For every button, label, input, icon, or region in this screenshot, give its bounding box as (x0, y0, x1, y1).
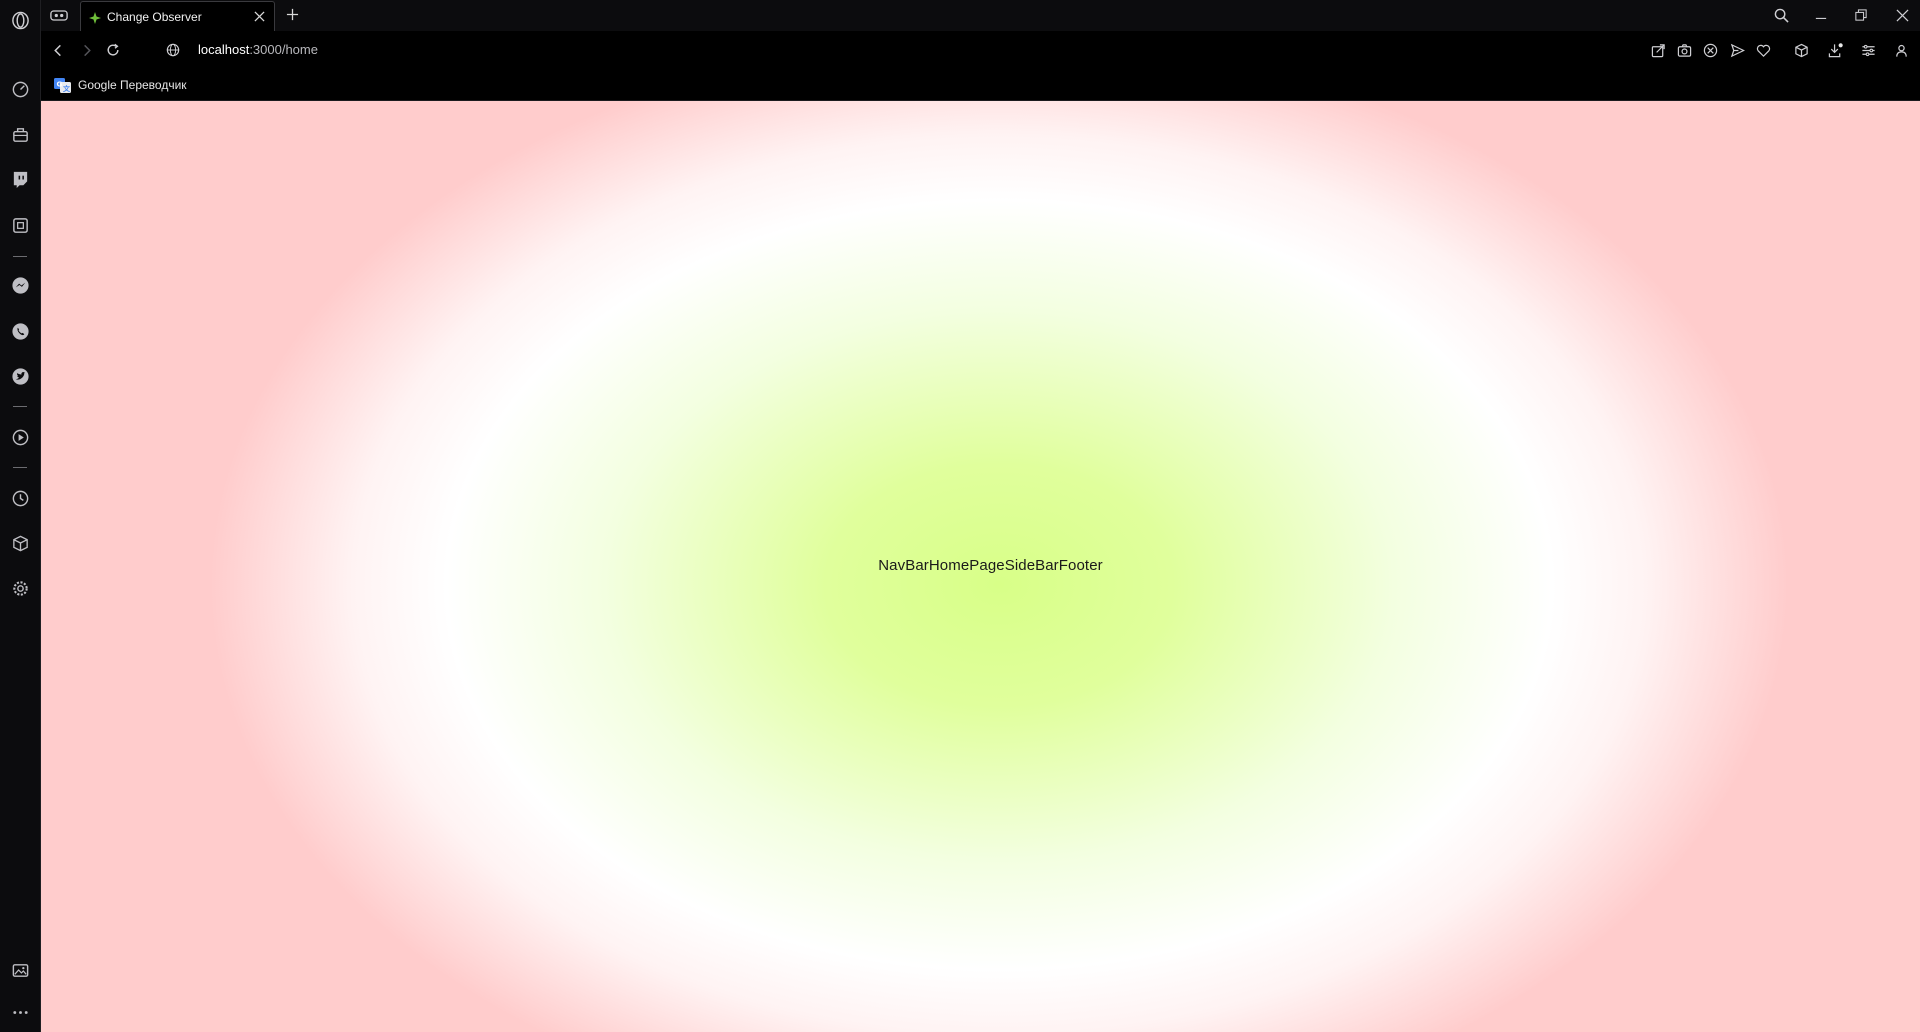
site-info-globe-icon[interactable] (162, 39, 184, 61)
address-input[interactable]: localhost:3000/home (198, 40, 318, 60)
browser-sidebar (0, 0, 41, 1032)
bookmark-label: Google Переводчик (78, 78, 187, 92)
page-viewport: NavBarHomePageSideBarFooter (41, 101, 1920, 1032)
bookmark-google-translate[interactable]: G 文 Google Переводчик (54, 75, 187, 95)
bookmarks-bar: G 文 Google Переводчик (41, 69, 1920, 101)
speed-dial-icon[interactable] (8, 77, 32, 101)
snapshot-icon[interactable] (1674, 40, 1694, 60)
tab-strip: Change Observer (41, 0, 1920, 31)
forward-icon[interactable] (75, 39, 97, 61)
browser-logo-icon[interactable] (8, 8, 32, 32)
settings-icon[interactable] (8, 576, 32, 600)
sidebar-divider (13, 406, 27, 407)
share-icon[interactable] (1648, 40, 1668, 60)
cube-icon[interactable] (1791, 40, 1811, 60)
download-icon[interactable] (1825, 40, 1845, 60)
send-icon[interactable] (1727, 40, 1747, 60)
close-tab-icon[interactable] (248, 6, 270, 28)
address-bar-row: localhost:3000/home (41, 31, 1920, 69)
close-window-icon[interactable] (1890, 3, 1914, 27)
google-translate-icon: G 文 (54, 77, 71, 93)
sidebar-divider (13, 256, 27, 257)
player-icon[interactable] (8, 425, 32, 449)
svg-text:G: G (57, 80, 63, 88)
back-icon[interactable] (47, 39, 69, 61)
url-host: localhost (198, 42, 250, 57)
twitter-icon[interactable] (8, 364, 32, 388)
new-tab-icon[interactable] (281, 3, 303, 25)
history-icon[interactable] (8, 486, 32, 510)
minimize-icon[interactable] (1809, 3, 1833, 27)
whatsapp-icon[interactable] (8, 319, 32, 343)
tab-favicon-icon (89, 11, 101, 24)
messenger-icon[interactable] (8, 273, 32, 297)
profile-icon[interactable] (1891, 40, 1911, 60)
reload-icon[interactable] (102, 39, 124, 61)
more-icon[interactable] (8, 1000, 32, 1024)
easy-setup-icon[interactable] (1858, 40, 1878, 60)
url-path: :3000/home (249, 42, 318, 57)
extensions-box-icon[interactable] (8, 213, 32, 237)
gallery-icon[interactable] (8, 958, 32, 982)
tab-islands-icon[interactable] (47, 4, 71, 26)
cube-icon[interactable] (8, 531, 32, 555)
page-content-text: NavBarHomePageSideBarFooter (878, 557, 1103, 574)
shopping-icon[interactable] (8, 122, 32, 146)
twitch-icon[interactable] (8, 167, 32, 191)
search-tabs-icon[interactable] (1769, 3, 1793, 27)
svg-text:文: 文 (63, 84, 71, 93)
tab-active[interactable]: Change Observer (80, 1, 275, 31)
tab-title: Change Observer (107, 9, 202, 24)
sidebar-divider (13, 467, 27, 468)
restore-icon[interactable] (1849, 3, 1873, 27)
block-ads-icon[interactable] (1700, 40, 1720, 60)
heart-icon[interactable] (1753, 40, 1773, 60)
